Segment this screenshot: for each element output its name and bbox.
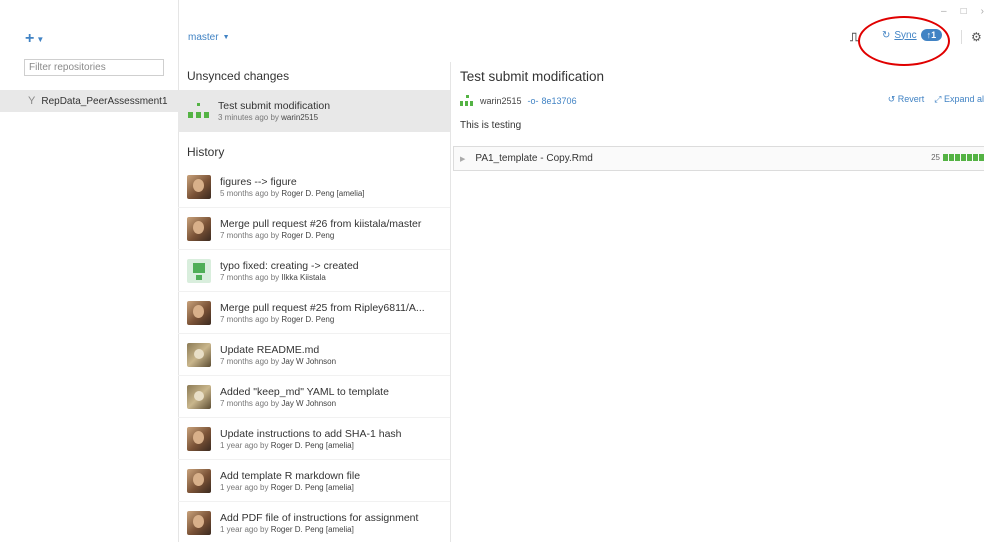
commit-title: Test submit modification: [460, 69, 605, 84]
history-heading: History: [187, 145, 225, 159]
history-commit-item[interactable]: Merge pull request #26 from kiistala/mas…: [178, 208, 450, 250]
minimize-icon[interactable]: –: [941, 6, 947, 17]
commit-description: This is testing: [460, 120, 522, 131]
unsynced-commit-meta: 3 minutes ago by warin2515: [218, 113, 319, 122]
unsynced-changes-heading: Unsynced changes: [187, 69, 290, 83]
commit-title: Update README.md: [220, 343, 320, 356]
sync-button[interactable]: ↻ Sync ↑1: [882, 29, 943, 41]
maximize-icon[interactable]: □: [961, 6, 967, 17]
commit-meta: 1 year ago by Roger D. Peng [amelia]: [220, 440, 354, 450]
author-avatar: [187, 510, 211, 535]
author-avatar: [187, 174, 211, 199]
github-desktop-window: + ▼ Y RepData_PeerAssessment1 master ▼ ⎍…: [0, 0, 984, 542]
window-controls: – □ ›: [941, 6, 984, 17]
branch-name: master: [188, 32, 219, 43]
chevron-right-icon: ▶: [460, 155, 466, 163]
author-identicon-icon: [460, 95, 474, 107]
history-commit-item[interactable]: Update instructions to add SHA-1 hash 1 y…: [178, 418, 450, 460]
repository-name: RepData_PeerAssessment1: [41, 95, 168, 107]
commit-title: Merge pull request #26 from kiistala/mas…: [220, 217, 422, 230]
expand-all-button[interactable]: ⤢ Expand al: [934, 94, 984, 105]
sync-icon: ↻: [882, 29, 891, 41]
history-commit-item[interactable]: Added "keep_md" YAML to template 7 months…: [178, 376, 450, 418]
commit-detail-pane: Test submit modification warin2515 -o- 8…: [451, 62, 984, 542]
file-change-count: 25: [931, 153, 940, 162]
gear-icon[interactable]: ⚙: [971, 30, 982, 44]
chevron-down-icon: ▼: [222, 34, 230, 41]
commit-meta: 7 months ago by Jay W Johnson: [220, 398, 337, 408]
author-avatar: [187, 468, 211, 493]
toolbar-divider: [961, 30, 962, 44]
author-identicon-icon: [188, 100, 210, 122]
commit-meta: 7 months ago by Roger D. Peng: [220, 230, 335, 240]
commit-meta: 1 year ago by Roger D. Peng [amelia]: [220, 524, 354, 534]
history-commit-item[interactable]: Add template R markdown file 1 year ago b…: [178, 460, 450, 502]
author-avatar: [187, 216, 211, 241]
fork-icon: Y: [28, 95, 36, 107]
close-icon[interactable]: ›: [981, 6, 984, 17]
commit-actions: ↺ Revert ⤢ Expand al: [888, 94, 984, 105]
filter-repositories-input[interactable]: [24, 59, 164, 76]
author-avatar: [187, 342, 211, 367]
commit-list: figures --> figure 5 months ago by Roger …: [178, 166, 450, 542]
commit-meta: 1 year ago by Roger D. Peng [amelia]: [220, 482, 354, 492]
file-change-stats: 25: [931, 153, 984, 162]
commit-author: warin2515: [480, 96, 522, 106]
repository-sidebar: + ▼ Y RepData_PeerAssessment1: [0, 0, 179, 542]
commit-title: Add template R markdown file: [220, 469, 361, 482]
author-avatar: [187, 384, 211, 409]
commit-meta: 5 months ago by Roger D. Peng [amelia]: [220, 188, 365, 198]
unsynced-commit-title: Test submit modification: [218, 100, 331, 112]
history-commit-item[interactable]: Update README.md 7 months ago by Jay W Jo…: [178, 334, 450, 376]
commit-title: Merge pull request #25 from Ripley6811/A…: [220, 301, 425, 314]
additions-bar: [943, 154, 984, 161]
history-commit-item[interactable]: typo fixed: creating -> created 7 months …: [178, 250, 450, 292]
commit-meta: 7 months ago by Roger D. Peng: [220, 314, 335, 324]
plus-icon: +: [25, 30, 35, 47]
history-commit-item[interactable]: Add PDF file of instructions for assignm…: [178, 502, 450, 542]
commit-title: figures --> figure: [220, 175, 297, 188]
revert-button[interactable]: ↺ Revert: [888, 94, 925, 105]
history-commit-item[interactable]: figures --> figure 5 months ago by Roger …: [178, 166, 450, 208]
unsynced-commit-item[interactable]: Test submit modification 3 minutes ago b…: [178, 90, 450, 132]
add-repository-button[interactable]: + ▼: [25, 30, 44, 48]
branch-selector[interactable]: master ▼: [188, 32, 230, 43]
top-toolbar: master ▼ ⎍ ↻ Sync ↑1 ⚙ – □ ›: [178, 0, 984, 66]
sync-count-badge: ↑1: [920, 29, 943, 41]
history-panel: Unsynced changes Test submit modificatio…: [178, 62, 451, 542]
commit-title: typo fixed: creating -> created: [220, 259, 359, 272]
history-commit-item[interactable]: Merge pull request #25 from Ripley6811/A…: [178, 292, 450, 334]
author-avatar: [187, 258, 211, 283]
author-avatar: [187, 426, 211, 451]
commit-icon: -o-: [527, 96, 539, 106]
commit-meta: 7 months ago by Jay W Johnson: [220, 356, 337, 366]
commit-meta: 7 months ago by Ilkka Kiistala: [220, 272, 326, 282]
highlight-circle-annotation: [858, 16, 950, 66]
commit-title: Added "keep_md" YAML to template: [220, 385, 389, 398]
sidebar-item-repository[interactable]: Y RepData_PeerAssessment1: [0, 90, 178, 112]
sync-label: Sync: [894, 29, 917, 41]
chevron-down-icon: ▼: [36, 34, 45, 44]
commit-author-row: warin2515 -o- 8e13706: [460, 95, 577, 107]
pull-request-icon[interactable]: ⎍: [850, 30, 862, 44]
commit-title: Add PDF file of instructions for assignm…: [220, 511, 419, 524]
changed-file-name: PA1_template - Copy.Rmd: [475, 153, 593, 164]
changed-file-row[interactable]: ▶ PA1_template - Copy.Rmd 25: [453, 146, 984, 171]
commit-sha-link[interactable]: -o- 8e13706: [528, 96, 577, 106]
author-avatar: [187, 300, 211, 325]
commit-title: Update instructions to add SHA-1 hash: [220, 427, 402, 440]
